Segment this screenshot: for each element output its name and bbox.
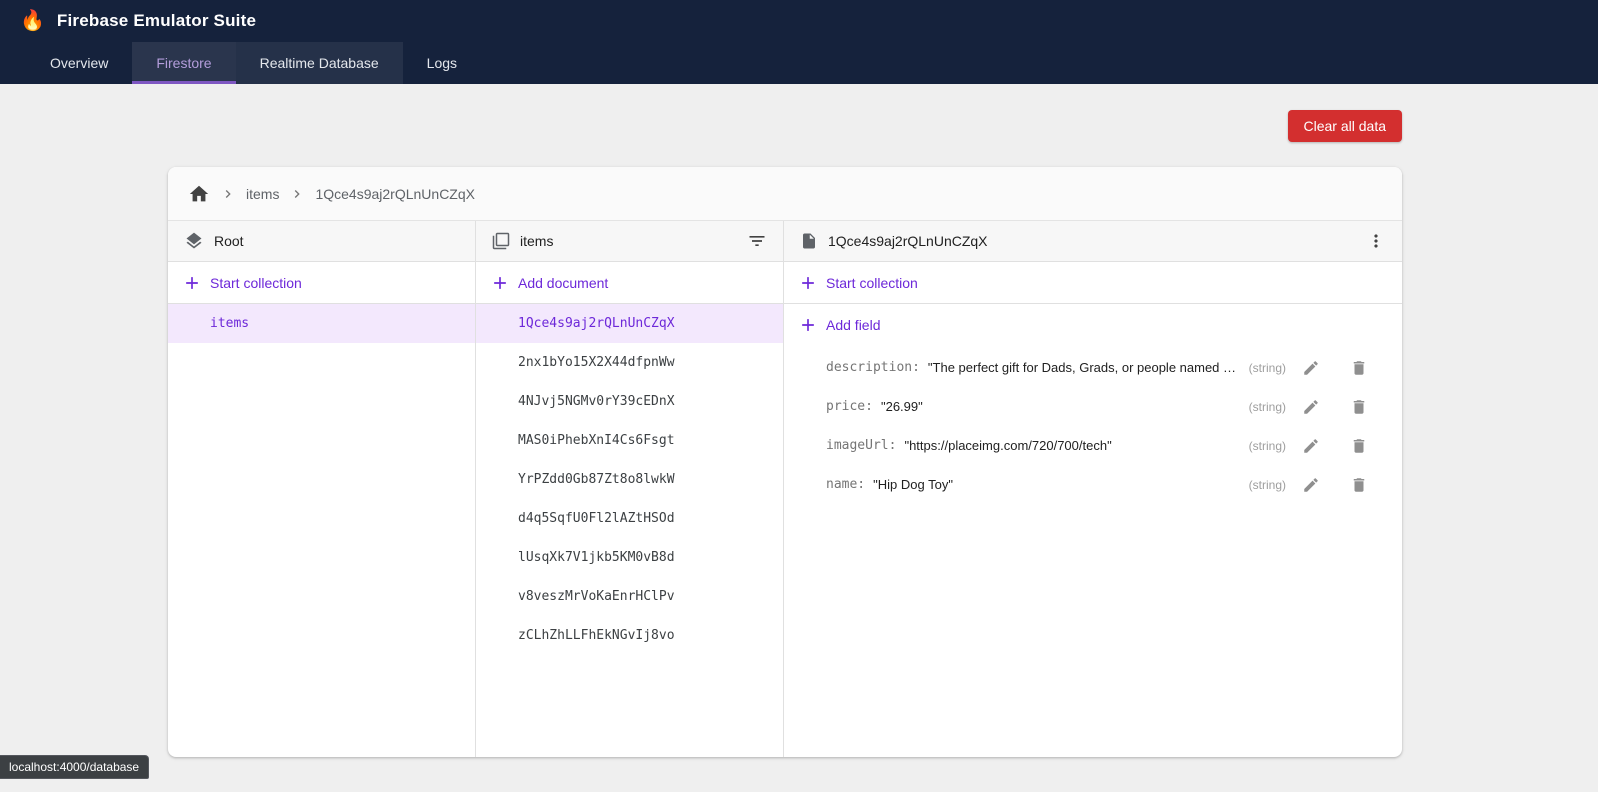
root-panel-title: Root xyxy=(214,233,244,249)
plus-icon xyxy=(182,273,202,293)
toolbar-row: Clear all data xyxy=(168,110,1402,142)
field-actions: (string) xyxy=(1237,476,1368,494)
collection-panel-title: items xyxy=(520,233,553,249)
firestore-panel-card: items 1Qce4s9aj2rQLnUnCZqX Root xyxy=(168,167,1402,757)
collection-icon xyxy=(492,232,510,250)
field-name: imageUrl: xyxy=(826,438,896,453)
delete-field-icon[interactable] xyxy=(1350,476,1368,494)
edit-field-icon[interactable] xyxy=(1302,476,1320,494)
document-list-item[interactable]: lUsqXk7V1jkb5KM0vB8d xyxy=(476,538,783,577)
field-value: "26.99" xyxy=(881,399,923,414)
document-list-item[interactable]: d4q5SqfU0Fl2lAZtHSOd xyxy=(476,499,783,538)
action-label: Start collection xyxy=(826,275,918,291)
document-list-item[interactable]: v8veszMrVoKaEnrHClPv xyxy=(476,577,783,616)
add-document-button[interactable]: Add document xyxy=(476,262,783,304)
document-list-item[interactable]: MAS0iPhebXnI4Cs6Fsgt xyxy=(476,421,783,460)
edit-field-icon[interactable] xyxy=(1302,398,1320,416)
field-value: "https://placeimg.com/720/700/tech" xyxy=(904,438,1111,453)
document-panel: 1Qce4s9aj2rQLnUnCZqX Start collection A xyxy=(784,221,1402,757)
field-type: (string) xyxy=(1249,439,1286,453)
tab-label: Firestore xyxy=(156,55,211,71)
field-name: description: xyxy=(826,360,920,375)
main-content: Clear all data items 1Qce4s9aj2rQLnUnCZq… xyxy=(168,110,1402,757)
field-type: (string) xyxy=(1249,478,1286,492)
document-list-item[interactable]: zCLhZhLLFhEkNGvIj8vo xyxy=(476,616,783,655)
start-collection-button[interactable]: Start collection xyxy=(784,262,1402,304)
tab-label: Logs xyxy=(427,55,457,71)
tab-overview[interactable]: Overview xyxy=(26,42,132,84)
field-name: price: xyxy=(826,399,873,414)
field-actions: (string) xyxy=(1237,437,1368,455)
add-field-button[interactable]: Add field xyxy=(784,304,1402,346)
tab-label: Overview xyxy=(50,55,108,71)
app-header: 🔥 Firebase Emulator Suite Overview Fires… xyxy=(0,0,1598,84)
field-value: "The perfect gift for Dads, Grads, or pe… xyxy=(928,360,1237,375)
collection-list-item[interactable]: items xyxy=(168,304,475,343)
document-list-item[interactable]: YrPZdd0Gb87Zt8o8lwkW xyxy=(476,460,783,499)
filter-icon[interactable] xyxy=(747,231,767,251)
delete-field-icon[interactable] xyxy=(1350,398,1368,416)
home-icon[interactable] xyxy=(188,183,210,205)
field-type: (string) xyxy=(1249,400,1286,414)
field-value: "Hip Dog Toy" xyxy=(873,477,953,492)
document-panel-title: 1Qce4s9aj2rQLnUnCZqX xyxy=(828,233,988,249)
field-actions: (string) xyxy=(1237,398,1368,416)
chevron-right-icon xyxy=(289,186,305,202)
field-actions: (string) xyxy=(1237,359,1368,377)
clear-all-data-button[interactable]: Clear all data xyxy=(1288,110,1403,142)
field-name: name: xyxy=(826,477,865,492)
root-panel-header: Root xyxy=(168,221,475,262)
breadcrumb-collection[interactable]: items xyxy=(246,186,279,202)
plus-icon xyxy=(798,315,818,335)
delete-field-icon[interactable] xyxy=(1350,437,1368,455)
plus-icon xyxy=(798,273,818,293)
field-list: description: "The perfect gift for Dads,… xyxy=(784,346,1402,504)
firestore-root-icon xyxy=(184,231,204,251)
field-row: name: "Hip Dog Toy" (string) xyxy=(784,465,1402,504)
action-label: Start collection xyxy=(210,275,302,291)
tab-label: Realtime Database xyxy=(260,55,379,71)
action-label: Add field xyxy=(826,317,880,333)
plus-icon xyxy=(490,273,510,293)
collection-panel: items Add document 1Qce4s9aj2rQLnUnCZqX … xyxy=(476,221,784,757)
more-vert-icon[interactable] xyxy=(1366,231,1386,251)
start-collection-button[interactable]: Start collection xyxy=(168,262,475,304)
root-panel: Root Start collection items xyxy=(168,221,476,757)
field-row: description: "The perfect gift for Dads,… xyxy=(784,348,1402,387)
breadcrumb-document[interactable]: 1Qce4s9aj2rQLnUnCZqX xyxy=(315,186,475,202)
chevron-right-icon xyxy=(220,186,236,202)
tab-realtime-database[interactable]: Realtime Database xyxy=(236,42,403,84)
header-top-bar: 🔥 Firebase Emulator Suite xyxy=(0,0,1598,42)
document-list: 1Qce4s9aj2rQLnUnCZqX 2nx1bYo15X2X44dfpnW… xyxy=(476,304,783,655)
action-label: Add document xyxy=(518,275,608,291)
edit-field-icon[interactable] xyxy=(1302,437,1320,455)
document-list-item[interactable]: 1Qce4s9aj2rQLnUnCZqX xyxy=(476,304,783,343)
document-list-item[interactable]: 2nx1bYo15X2X44dfpnWw xyxy=(476,343,783,382)
status-url: localhost:4000/database xyxy=(0,755,149,779)
collection-list: items xyxy=(168,304,475,343)
field-row: price: "26.99" (string) xyxy=(784,387,1402,426)
field-row: imageUrl: "https://placeimg.com/720/700/… xyxy=(784,426,1402,465)
document-list-item[interactable]: 4NJvj5NGMv0rY39cEDnX xyxy=(476,382,783,421)
document-icon xyxy=(800,232,818,250)
document-panel-header: 1Qce4s9aj2rQLnUnCZqX xyxy=(784,221,1402,262)
breadcrumb: items 1Qce4s9aj2rQLnUnCZqX xyxy=(168,167,1402,221)
field-type: (string) xyxy=(1249,361,1286,375)
tab-logs[interactable]: Logs xyxy=(403,42,481,84)
app-title: Firebase Emulator Suite xyxy=(57,11,256,31)
collection-panel-header: items xyxy=(476,221,783,262)
panels: Root Start collection items xyxy=(168,221,1402,757)
nav-tabs: Overview Firestore Realtime Database Log… xyxy=(0,42,1598,84)
edit-field-icon[interactable] xyxy=(1302,359,1320,377)
tab-firestore[interactable]: Firestore xyxy=(132,42,235,84)
delete-field-icon[interactable] xyxy=(1350,359,1368,377)
